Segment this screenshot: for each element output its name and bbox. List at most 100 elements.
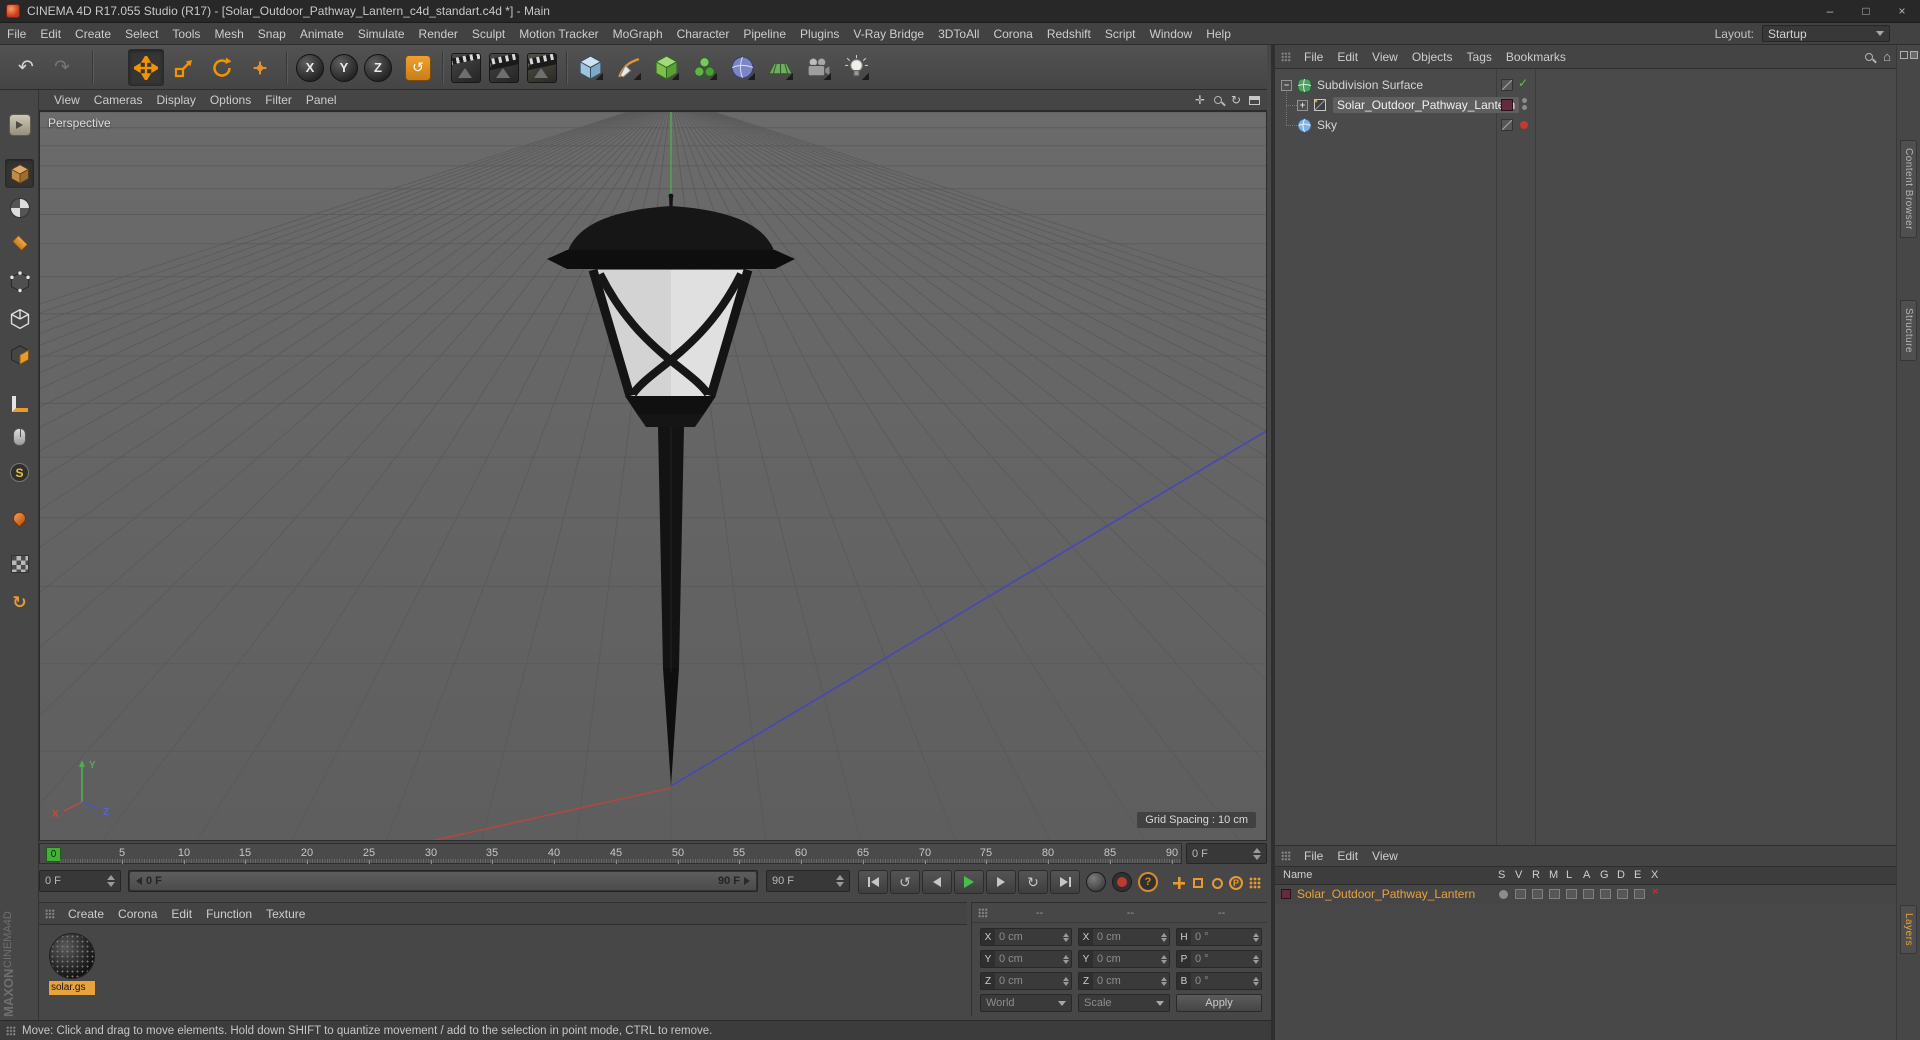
search-icon[interactable]	[1862, 50, 1876, 64]
om-column-divider[interactable]	[1496, 69, 1497, 845]
goto-end-button[interactable]	[1050, 870, 1080, 894]
add-primitive-button[interactable]	[572, 49, 608, 86]
menu-mograph[interactable]: MoGraph	[606, 23, 670, 44]
add-camera-button[interactable]	[800, 49, 836, 86]
snap-button[interactable]: S	[5, 458, 34, 487]
tab-layers[interactable]: Layers	[1900, 905, 1917, 955]
object-row-subdivision-surface[interactable]: − Subdivision Surface ✓	[1275, 75, 1896, 95]
tab-content-browser[interactable]: Content Browser	[1900, 140, 1917, 238]
add-deformer-button[interactable]	[724, 49, 760, 86]
position-header[interactable]: --	[994, 907, 1085, 919]
menu-motion-tracker[interactable]: Motion Tracker	[512, 23, 605, 44]
mat-menu-edit[interactable]: Edit	[164, 903, 199, 924]
object-name[interactable]: Sky	[1317, 118, 1337, 132]
autokey-button[interactable]	[1112, 872, 1132, 892]
menu-plugins[interactable]: Plugins	[793, 23, 846, 44]
add-light-button[interactable]	[838, 49, 874, 86]
om-menu-edit[interactable]: Edit	[1330, 45, 1365, 68]
stepper-icon[interactable]	[107, 875, 115, 887]
transform-mode-dropdown[interactable]: Scale	[1078, 994, 1170, 1012]
lm-menu-file[interactable]: File	[1297, 846, 1330, 866]
render-toggle-icon[interactable]	[1532, 889, 1543, 899]
redo-button[interactable]: ↷	[44, 49, 80, 86]
panel-grip-icon[interactable]	[45, 908, 55, 919]
dock-icon[interactable]	[1910, 51, 1918, 59]
menu-snap[interactable]: Snap	[251, 23, 293, 44]
layout-dropdown[interactable]: Startup	[1762, 25, 1890, 42]
viewport[interactable]: Y X Z Perspective Grid Spacing : 10 cm	[39, 111, 1267, 841]
pan-view-icon[interactable]: ✛	[1193, 93, 1207, 107]
play-button[interactable]	[954, 870, 984, 894]
render-picture-viewer-button[interactable]	[486, 49, 522, 86]
play-backward-button[interactable]: ↺	[890, 870, 920, 894]
size-x-field[interactable]: X0 cm	[1078, 928, 1170, 946]
y-axis-lock-button[interactable]: Y	[326, 49, 362, 86]
workplane-rotate-button[interactable]: ↻	[5, 588, 34, 617]
position-z-field[interactable]: Z0 cm	[980, 972, 1072, 990]
vp-menu-cameras[interactable]: Cameras	[87, 90, 150, 110]
enabled-check-icon[interactable]: ✓	[1518, 76, 1528, 90]
add-subdivision-surface-button[interactable]	[648, 49, 684, 86]
record-rotation-toggle[interactable]	[1208, 873, 1226, 893]
current-frame-field[interactable]: 0 F	[1186, 843, 1267, 864]
preview-end-field[interactable]: 90 F	[766, 870, 850, 892]
mat-menu-texture[interactable]: Texture	[259, 903, 312, 924]
menu-3dtoall[interactable]: 3DToAll	[931, 23, 986, 44]
size-y-field[interactable]: Y0 cm	[1078, 950, 1170, 968]
menu-tools[interactable]: Tools	[165, 23, 207, 44]
record-scale-toggle[interactable]	[1189, 873, 1207, 893]
vp-menu-panel[interactable]: Panel	[299, 90, 344, 110]
solo-toggle-icon[interactable]	[1499, 890, 1508, 899]
om-menu-objects[interactable]: Objects	[1405, 45, 1460, 68]
xref-toggle-icon[interactable]: ×	[1652, 886, 1658, 898]
disabled-dot-icon[interactable]	[1520, 121, 1528, 129]
scale-tool-button[interactable]	[166, 49, 202, 86]
menu-animate[interactable]: Animate	[293, 23, 351, 44]
vp-menu-display[interactable]: Display	[149, 90, 202, 110]
col-render[interactable]: R	[1532, 869, 1540, 881]
apply-button[interactable]: Apply	[1176, 994, 1262, 1012]
panel-grip-icon[interactable]	[1281, 851, 1291, 861]
menu-character[interactable]: Character	[670, 23, 737, 44]
menu-simulate[interactable]: Simulate	[351, 23, 412, 44]
record-keyframe-button[interactable]	[1086, 872, 1106, 892]
polygons-mode-button[interactable]	[5, 340, 34, 369]
tab-structure[interactable]: Structure	[1900, 300, 1917, 362]
edges-mode-button[interactable]	[5, 304, 34, 333]
menu-select[interactable]: Select	[118, 23, 165, 44]
keyframe-selection-button[interactable]: ?	[1138, 872, 1158, 892]
rotation-b-field[interactable]: B0 °	[1176, 972, 1262, 990]
vp-menu-filter[interactable]: Filter	[258, 90, 299, 110]
toggle-view-icon[interactable]	[1247, 93, 1261, 107]
menu-pipeline[interactable]: Pipeline	[736, 23, 793, 44]
expressions-toggle-icon[interactable]	[1634, 889, 1645, 899]
preview-range-fill[interactable]: 0 F 90 F	[130, 872, 756, 890]
om-menu-tags[interactable]: Tags	[1460, 45, 1499, 68]
animation-toggle-icon[interactable]	[1583, 889, 1594, 899]
collapse-icon[interactable]: −	[1281, 79, 1292, 91]
col-deformers[interactable]: D	[1617, 869, 1625, 881]
viewport-solo-button[interactable]	[5, 422, 34, 451]
render-settings-button[interactable]	[524, 49, 560, 86]
object-row-sky[interactable]: Sky	[1275, 115, 1896, 135]
rotation-h-field[interactable]: H0 °	[1176, 928, 1262, 946]
deformers-toggle-icon[interactable]	[1617, 889, 1628, 899]
goto-start-button[interactable]	[858, 870, 888, 894]
next-frame-button[interactable]	[986, 870, 1016, 894]
generators-toggle-icon[interactable]	[1600, 889, 1611, 899]
material-name-label[interactable]: solar.gs	[49, 981, 95, 995]
menu-render[interactable]: Render	[412, 23, 465, 44]
vp-menu-view[interactable]: View	[47, 90, 87, 110]
panel-grip-icon[interactable]	[978, 907, 988, 918]
add-mograph-button[interactable]	[686, 49, 722, 86]
rotation-p-field[interactable]: P0 °	[1176, 950, 1262, 968]
close-button[interactable]: ×	[1884, 0, 1920, 22]
name-column-header[interactable]: Name	[1283, 869, 1312, 881]
layer-color-chip[interactable]	[1501, 99, 1513, 111]
object-name[interactable]: Solar_Outdoor_Pathway_Lantern	[1333, 97, 1520, 113]
layer-row[interactable]: Solar_Outdoor_Pathway_Lantern ×	[1275, 885, 1896, 904]
preview-start-field[interactable]: 0 F	[39, 870, 121, 892]
menu-create[interactable]: Create	[68, 23, 118, 44]
make-editable-button[interactable]	[5, 110, 34, 139]
play-mode-button[interactable]: ↻	[1018, 870, 1048, 894]
